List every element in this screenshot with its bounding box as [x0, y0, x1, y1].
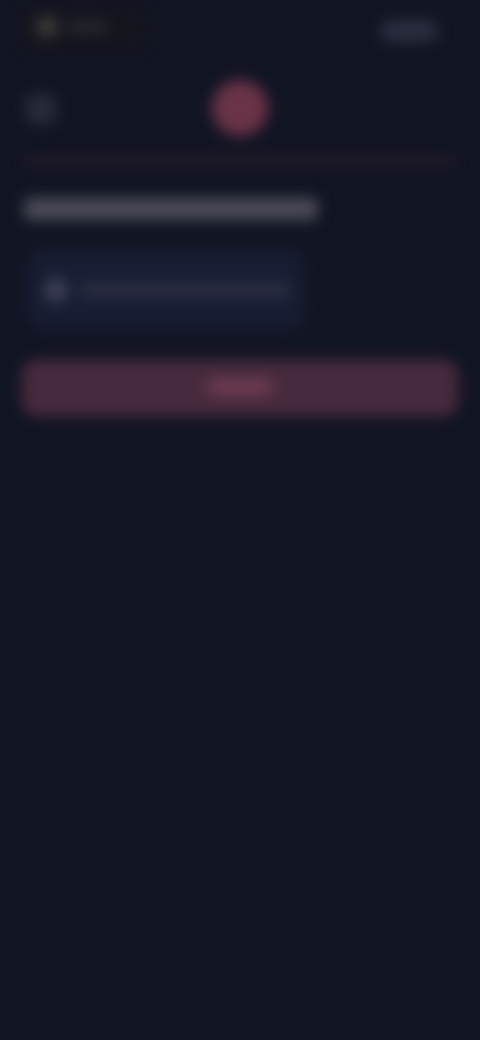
primary-button-label	[206, 378, 274, 396]
page-title	[24, 198, 318, 220]
avatar	[212, 80, 268, 136]
app-brand-text	[66, 22, 108, 32]
info-icon	[44, 278, 68, 302]
info-card-text	[80, 284, 290, 296]
screen	[0, 0, 480, 1040]
blurred-content	[0, 0, 480, 1040]
chevron-left-icon[interactable]	[26, 94, 56, 124]
app-logo-icon	[36, 16, 58, 38]
divider	[24, 158, 456, 164]
topbar-pill-button[interactable]	[380, 20, 438, 42]
